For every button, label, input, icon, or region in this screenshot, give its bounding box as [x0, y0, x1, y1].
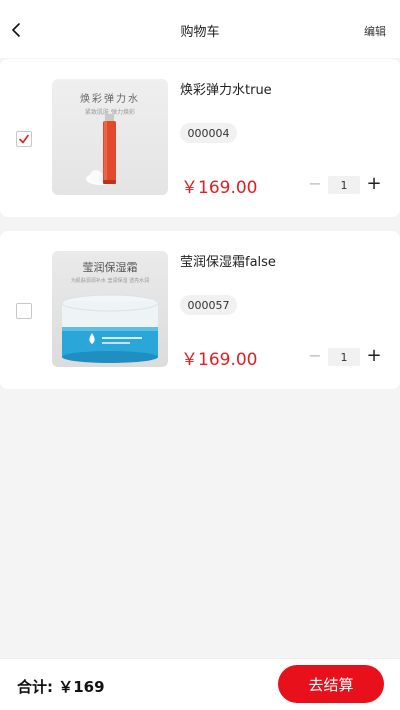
item-checkbox[interactable] — [16, 131, 32, 147]
page-title: 购物车 — [180, 25, 220, 40]
edit-button[interactable]: 编辑 — [364, 23, 386, 39]
decrease-button[interactable]: − — [306, 348, 324, 366]
bottle-illustration — [86, 114, 116, 185]
decrease-button[interactable]: − — [306, 176, 324, 194]
increase-button[interactable]: + — [365, 175, 383, 194]
item-checkbox[interactable] — [16, 303, 32, 319]
quantity-input[interactable]: 1 — [328, 348, 360, 366]
checkout-button[interactable]: 去结算 — [278, 665, 384, 703]
cart-item: 莹润保湿霜 为肌肤源源补水 莹润保湿 透亮水润 莹润保湿霜false 00005… — [0, 231, 400, 389]
total-amount: 合计: ￥169 — [17, 678, 105, 696]
product-image[interactable]: 莹润保湿霜 为肌肤源源补水 莹润保湿 透亮水润 — [52, 251, 168, 367]
header-bar: 购物车 编辑 — [0, 0, 400, 58]
cart-item: 焕彩弹力水 紧致肌肤 弹力焕彩 焕彩弹力水true 000004 ￥169.00… — [0, 59, 400, 217]
jar-illustration — [61, 294, 159, 363]
quantity-stepper: − 1 + — [306, 175, 386, 196]
increase-button[interactable]: + — [365, 347, 383, 366]
product-price: ￥169.00 — [181, 178, 258, 198]
product-name[interactable]: 莹润保湿霜false — [180, 251, 276, 270]
product-code-badge: 000004 — [180, 123, 237, 143]
product-image[interactable]: 焕彩弹力水 紧致肌肤 弹力焕彩 — [52, 79, 168, 195]
product-name[interactable]: 焕彩弹力水true — [180, 79, 272, 98]
quantity-stepper: − 1 + — [306, 347, 386, 368]
product-price: ￥169.00 — [181, 350, 258, 370]
checkmark-icon — [19, 134, 29, 144]
quantity-input[interactable]: 1 — [328, 176, 360, 194]
product-code-badge: 000057 — [180, 295, 237, 315]
checkout-bar: 合计: ￥169 去结算 — [0, 658, 400, 710]
